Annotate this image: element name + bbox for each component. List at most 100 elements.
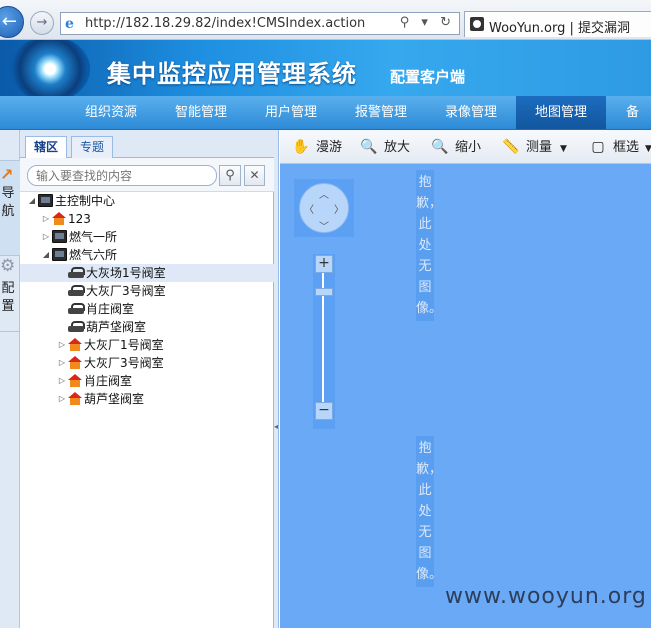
watermark-text: www.wooyun.org [445,584,647,609]
tree-node-label: 燃气六所 [69,248,118,262]
browser-toolbar: ← → e http://182.18.29.82/index!CMSIndex… [0,0,651,40]
tree-node[interactable]: ▷ 123 [40,210,91,228]
house-icon [52,212,66,225]
map-canvas[interactable]: ︿ ﹀ 〈 〉 + − 抱歉，此处无图像。 抱歉，此处无图像。 www.wooy… [280,164,651,628]
house-icon [68,356,82,369]
pan-tool-label: 漫游 [316,140,343,155]
tab-title: WooYun.org | 提交漏洞 [489,21,631,36]
back-button[interactable]: ← [0,6,24,38]
menu-smart-management[interactable]: 智能管理 [156,96,246,129]
tree-node[interactable]: ◢ 燃气六所 [40,246,117,264]
strip-config-label: 配置 [1,281,15,314]
app-subtitle: 配置客户端 [390,68,466,86]
strip-nav-label: 导航 [1,186,15,219]
tree-node[interactable]: ▷ 葫芦垡阀室 [56,390,144,408]
strip-config[interactable]: ⚙ 配置 [0,256,20,332]
address-url[interactable]: http://182.18.29.82/index!CMSIndex.actio… [85,16,365,31]
tree-node-label: 肖庄阀室 [86,302,135,316]
tile-missing-message: 抱歉，此处无图像。 [416,170,442,321]
tree-node[interactable]: ◢ 主控制中心 [26,192,115,210]
monitor-icon [52,230,67,243]
expand-arrow-icon[interactable]: ▷ [56,372,68,390]
hand-icon: ✋ [292,139,310,155]
pan-tool-button[interactable]: ✋ 漫游 [292,130,342,164]
menu-org-resources[interactable]: 组织资源 [66,96,156,129]
pan-left-icon[interactable]: 〈 [304,201,314,216]
pan-right-icon[interactable]: 〉 [334,201,344,216]
expand-arrow-icon[interactable]: ▷ [56,354,68,372]
zoom-plus-button[interactable]: + [315,255,333,273]
tree-node-label: 大灰厂3号阀室 [84,356,164,370]
tree-node[interactable]: 大灰场1号阀室 [20,264,274,282]
pan-compass-icon[interactable]: ︿ ﹀ 〈 〉 [299,183,349,233]
main-menu: 组织资源 智能管理 用户管理 报警管理 录像管理 地图管理 备份 [0,96,651,153]
panel-splitter[interactable]: ◂ [274,130,279,628]
zoom-slider-handle[interactable] [315,288,333,296]
tab-district[interactable]: 辖区 [25,136,68,159]
tree-node[interactable]: ▷ 大灰厂1号阀室 [56,336,164,354]
tree-search-input[interactable] [27,165,217,186]
address-bar[interactable]: e http://182.18.29.82/index!CMSIndex.act… [60,12,460,35]
tile-missing-message: 抱歉，此处无图像。 [416,436,442,587]
box-select-button[interactable]: ▢ 框选 ▼ [589,130,651,164]
zoom-out-button[interactable]: 🔍 缩小 [431,130,481,164]
strip-navigation[interactable]: ↗ 导航 [0,160,20,256]
tree-node[interactable]: 葫芦垡阀室 [68,318,146,336]
house-icon [68,392,82,405]
side-strip: ↗ 导航 ⚙ 配置 [0,130,20,628]
pan-up-icon[interactable]: ︿ [319,186,329,201]
tree-node[interactable]: ▷ 肖庄阀室 [56,372,132,390]
tree-node-label: 123 [68,212,91,226]
app-title: 集中监控应用管理系统 [107,60,357,88]
car-icon [68,302,85,315]
house-icon [68,338,82,351]
wooyun-favicon-icon [470,17,484,31]
forward-button[interactable]: → [30,11,54,35]
app-header: 集中监控应用管理系统 配置客户端 [0,40,651,96]
logo-icon [10,40,90,96]
measure-label: 测量 [526,140,553,155]
search-icon[interactable]: ⚲ [219,165,241,186]
menu-backup[interactable]: 备份 [606,96,651,153]
menu-user-management[interactable]: 用户管理 [246,96,336,129]
zoom-minus-button[interactable]: − [315,402,333,420]
zoom-in-button[interactable]: 🔍 放大 [360,130,410,164]
address-tools-icons[interactable]: ⚲ ▾ ↻ [400,15,455,30]
pan-down-icon[interactable]: ﹀ [319,218,329,233]
box-select-label: 框选 [613,140,640,155]
menu-alarm-management[interactable]: 报警管理 [336,96,426,129]
tab-topic[interactable]: 专题 [71,136,114,158]
menu-map-management[interactable]: 地图管理 [516,96,606,129]
ie-icon: e [65,16,74,32]
tree-node-label: 燃气一所 [69,230,118,244]
tree-node-label: 大灰厂3号阀室 [86,284,166,298]
tree-node[interactable]: ▷ 大灰厂3号阀室 [56,354,164,372]
monitor-icon [38,194,53,207]
gear-icon: ⚙ [0,256,16,276]
chevron-down-icon[interactable]: ▼ [645,144,651,154]
tree-node[interactable]: ▷ 燃气一所 [40,228,117,246]
measure-button[interactable]: 📏 测量 ▼ [502,130,567,164]
expand-arrow-icon[interactable]: ▷ [56,390,68,408]
expand-arrow-icon[interactable]: ▷ [40,228,52,246]
house-icon [68,374,82,387]
browser-tab[interactable]: WooYun.org | 提交漏洞 [464,11,651,37]
pan-control[interactable]: ︿ ﹀ 〈 〉 [294,179,354,237]
tree-node[interactable]: 大灰厂3号阀室 [68,282,166,300]
tree-node[interactable]: 肖庄阀室 [68,300,134,318]
menu-recording-management[interactable]: 录像管理 [426,96,516,129]
box-select-icon: ▢ [591,139,605,155]
clear-icon[interactable]: ✕ [244,165,265,186]
collapse-arrow-icon[interactable]: ◢ [40,246,52,264]
expand-arrow-icon[interactable]: ▷ [40,210,52,228]
expand-arrow-icon[interactable]: ▷ [56,336,68,354]
tree-node-label: 葫芦垡阀室 [86,320,147,334]
map-toolbar: ✋ 漫游 🔍 放大 🔍 缩小 📏 测量 ▼ ▢ 框选 ▼ [280,130,651,164]
collapse-left-icon[interactable]: ◂ [274,422,278,431]
collapse-arrow-icon[interactable]: ◢ [26,192,38,210]
tree-node-label: 大灰厂1号阀室 [84,338,164,352]
tree-node-label: 主控制中心 [55,194,116,208]
zoom-in-icon: 🔍 [360,139,378,155]
chevron-down-icon[interactable]: ▼ [560,144,567,154]
tree-node-label: 肖庄阀室 [84,374,133,388]
